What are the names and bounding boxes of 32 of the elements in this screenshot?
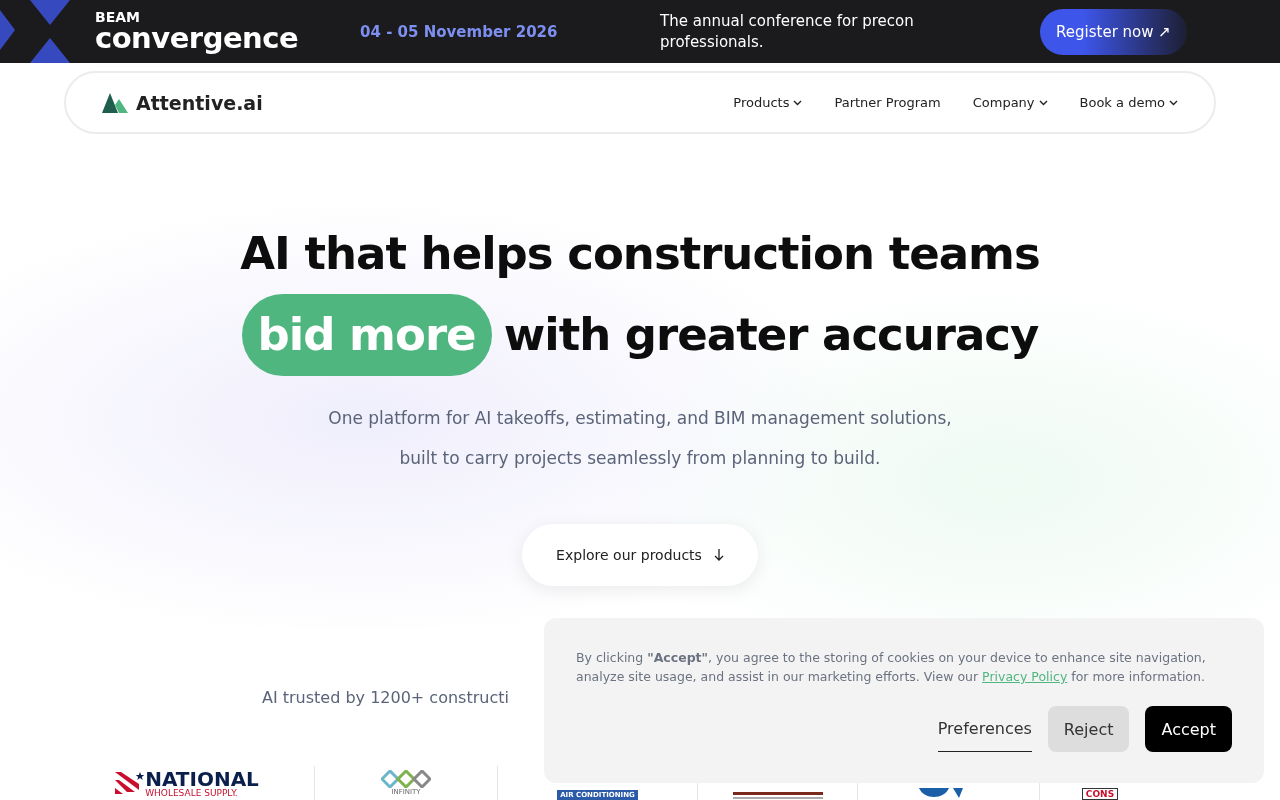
arrow-down-icon [713,549,724,561]
section-heading: AI trusted by 1200+ constructi [262,688,509,707]
chevron-down-icon [1038,99,1048,106]
logo-subtitle: WHOLESALE SUPPLY. [145,788,239,798]
logo-icon [102,92,128,113]
logo-wordmark: NATIONAL [145,768,259,789]
hero-title: with greater accuracy [503,307,1039,363]
brand-logo[interactable]: Attentive.ai [136,91,263,114]
hero-subtitle: built to carry projects seamlessly from planning to build. [398,447,882,470]
nav-link[interactable]: Products [733,95,803,110]
logo-wordmark: CONS [1081,788,1119,800]
chevron-down-icon [1169,99,1178,106]
explore-button[interactable]: Explore our products [522,524,758,586]
diamond-chain-icon [381,770,431,788]
nav-link[interactable]: Partner Program [834,95,941,110]
nav-link[interactable]: Book a demo [1079,95,1178,110]
reject-button[interactable]: Reject [1047,706,1130,752]
highlight-pill: bid more [241,294,492,376]
accept-button[interactable]: Accept [1145,706,1232,752]
brand-name: convergence [95,24,299,53]
hero-title: AI that helps construction teams [240,226,1040,282]
logo-mark-icon [732,792,823,800]
preferences-link[interactable]: Preferences [937,706,1032,752]
event-date: 04 - 05 November 2026 [360,22,559,41]
cookie-text: By clicking "Accept", you agree to the storing of cookies on your device to enhance site navigation, analyze site usage, and assist in our marketing efforts. View our Privacy Policy for more information. [576,649,1207,686]
chevron-down-icon [793,99,803,106]
nav-link[interactable]: Company [972,95,1048,110]
event-tagline: The annual conference for precon professionals. [660,10,915,53]
flag-stripes-icon [115,770,146,796]
hero-subtitle: One platform for AI takeoffs, estimating, and BIM management solutions, [328,407,952,430]
register-button[interactable]: Register now ↗ [1040,8,1187,55]
brand-eyebrow: BEAM [95,10,141,24]
